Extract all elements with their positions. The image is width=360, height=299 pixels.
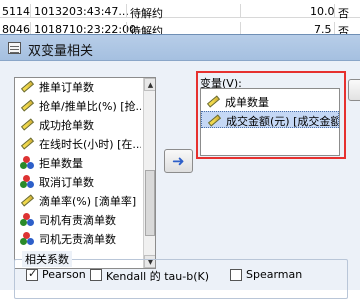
variable-label: 抢单/推单比(%) [抢... <box>39 100 141 113</box>
checkbox-label: Pearson <box>42 268 86 281</box>
variable-label: 推单订单数 <box>39 81 94 94</box>
target-variable-list[interactable]: 成单数量 成交金额(元) [成交金额... <box>200 88 340 156</box>
list-item[interactable]: 推单订单数 <box>15 78 141 95</box>
nominal-balls-icon <box>20 213 34 226</box>
variable-label: 滴单率(%) [滴单率] <box>39 195 137 208</box>
scale-ruler-icon <box>206 95 221 108</box>
group-title: 相关系数 <box>22 251 72 267</box>
move-variable-button[interactable]: ➜ <box>164 149 193 173</box>
checkbox-unchecked[interactable] <box>230 269 242 281</box>
options-side-button[interactable] <box>348 79 360 101</box>
cell-value: 10.0 <box>310 5 335 18</box>
scroll-thumb[interactable] <box>145 170 155 236</box>
variable-label: 拒单数量 <box>39 157 83 170</box>
scale-ruler-icon <box>20 99 35 112</box>
variable-label: 成功抢单数 <box>39 119 94 132</box>
bivariate-correlation-dialog: 双变量相关 推单订单数 抢单/推单比(%) [抢... 成功抢单数 在线时长(小… <box>0 34 360 299</box>
checkbox-checked[interactable] <box>26 267 38 281</box>
variable-label: 成交金额(元) [成交金额... <box>226 115 338 128</box>
list-item[interactable]: 抢单/推单比(%) [抢... <box>15 97 141 114</box>
list-item[interactable]: 司机无责滴单数 <box>15 230 141 247</box>
dialog-table-icon <box>8 42 21 54</box>
cell-status: 待解约 <box>130 7 163 20</box>
variable-label: 司机有责滴单数 <box>39 214 116 227</box>
list-item[interactable]: 成功抢单数 <box>15 116 141 133</box>
arrow-right-icon: ➜ <box>172 152 185 170</box>
list-item[interactable]: 成单数量 <box>201 93 339 110</box>
source-list-scrollbar[interactable]: ▲ ▼ <box>143 78 155 268</box>
cell-row-num: 5114 <box>2 5 30 18</box>
scale-ruler-icon <box>20 80 35 93</box>
dialog-title-bar[interactable]: 双变量相关 <box>0 35 360 61</box>
dialog-title: 双变量相关 <box>28 44 94 59</box>
nominal-balls-icon <box>20 175 34 188</box>
table-row[interactable]: 5114 1013203:43:47... 待解约 10.0 否 <box>0 4 360 20</box>
checkbox-label: Spearman <box>246 268 303 281</box>
checkbox-label: Kendall 的 tau-b(K) <box>106 270 210 283</box>
variable-label: 取消订单数 <box>39 176 94 189</box>
list-item[interactable]: 在线时长(小时) [在... <box>15 135 141 152</box>
background-data-grid: 5114 1013203:43:47... 待解约 10.0 否 8046 10… <box>0 0 360 38</box>
scale-ruler-icon <box>207 114 222 127</box>
variable-label: 司机无责滴单数 <box>39 233 116 246</box>
variable-label: 在线时长(小时) [在... <box>39 138 141 151</box>
source-variable-list[interactable]: 推单订单数 抢单/推单比(%) [抢... 成功抢单数 在线时长(小时) [在.… <box>14 77 156 269</box>
list-item[interactable]: 取消订单数 <box>15 173 141 190</box>
list-item[interactable]: 司机有责滴单数 <box>15 211 141 228</box>
checkbox-unchecked[interactable] <box>90 269 102 281</box>
scale-ruler-icon <box>20 137 35 150</box>
scroll-up-icon[interactable]: ▲ <box>144 78 155 91</box>
list-item[interactable]: 滴单率(%) [滴单率] <box>15 192 141 209</box>
variable-label: 成单数量 <box>225 96 269 109</box>
scale-ruler-icon <box>20 118 35 131</box>
list-item-selected[interactable]: 成交金额(元) [成交金额... <box>201 111 339 128</box>
scale-ruler-icon <box>20 194 35 207</box>
nominal-balls-icon <box>20 232 34 245</box>
nominal-balls-icon <box>20 156 34 169</box>
list-item[interactable]: 拒单数量 <box>15 154 141 171</box>
cell-flag: 否 <box>338 7 349 20</box>
cell-id: 1013203:43:47... <box>34 5 129 18</box>
